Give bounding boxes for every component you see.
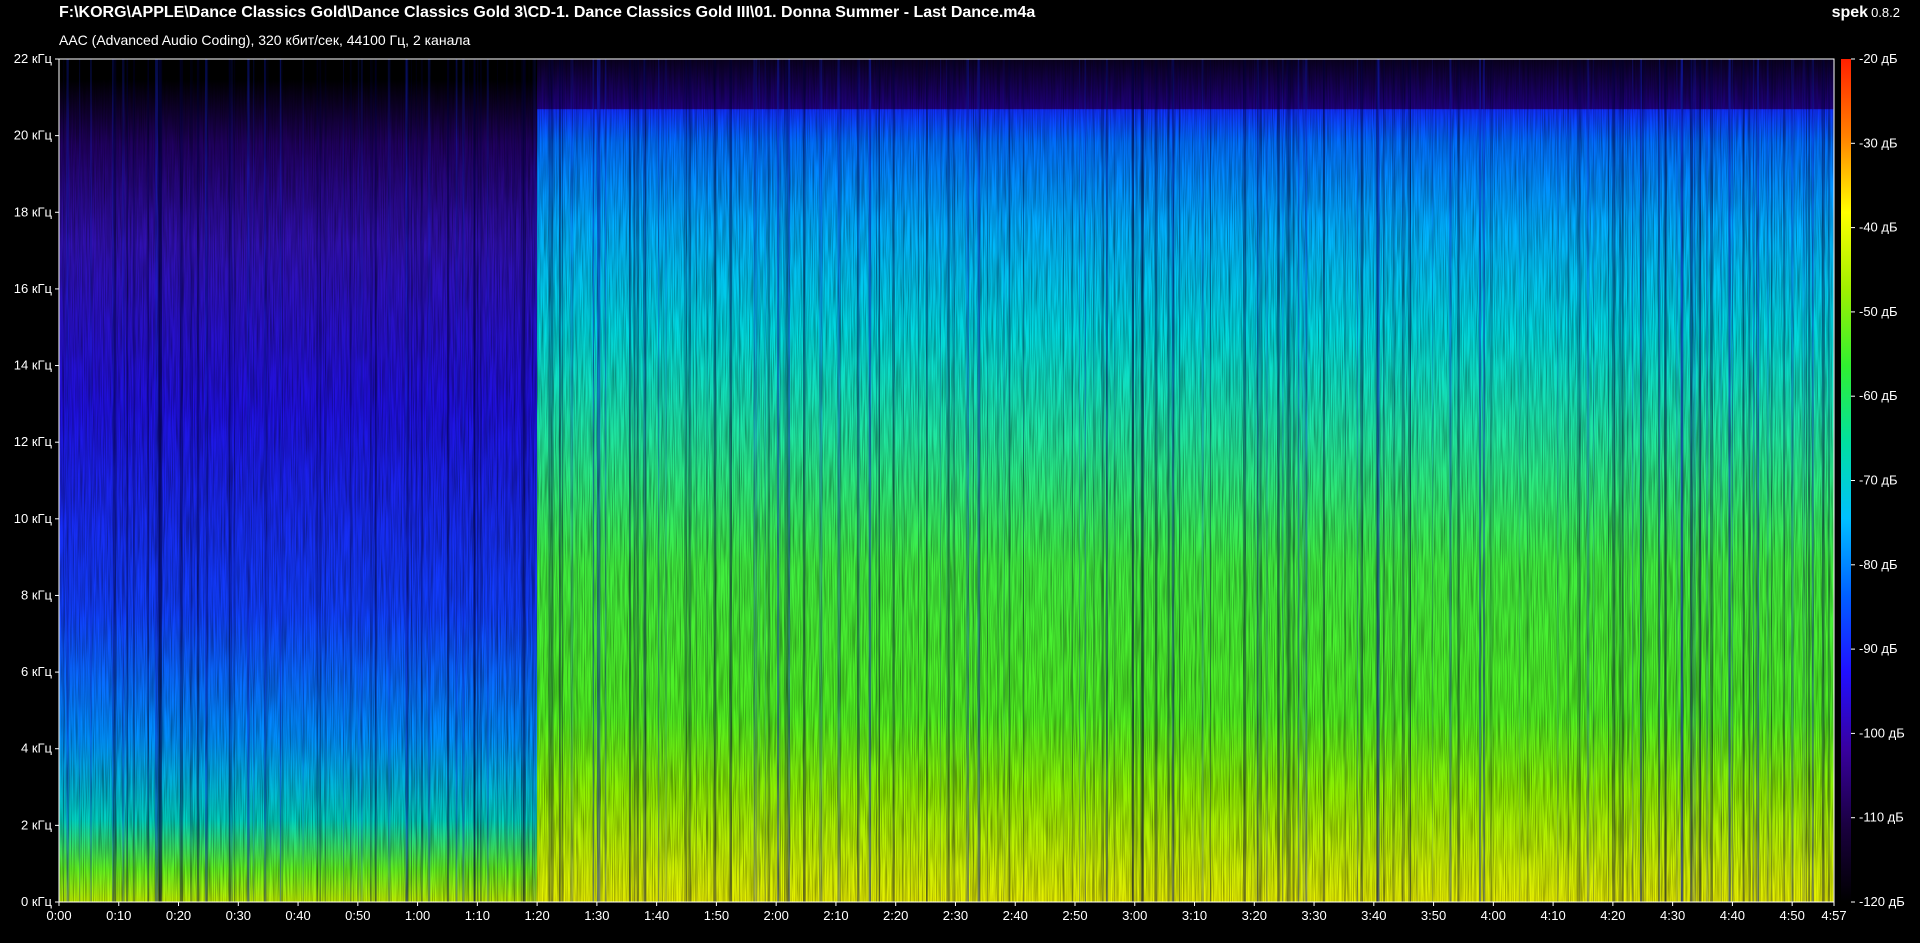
- x-tick-label: 2:20: [883, 908, 908, 923]
- x-tick-label: 2:00: [764, 908, 789, 923]
- x-tick-label: 0:20: [166, 908, 191, 923]
- y-tick-label: 10 кГц: [14, 511, 53, 526]
- colorbar-tick-label: -100 дБ: [1859, 725, 1905, 740]
- x-tick-label: 4:50: [1780, 908, 1805, 923]
- colorbar-tick-label: -110 дБ: [1859, 810, 1904, 825]
- x-tick-label: 2:40: [1003, 908, 1028, 923]
- y-tick-label: 12 кГц: [14, 434, 53, 449]
- colorbar: [1841, 59, 1851, 902]
- colorbar-tick-label: -90 дБ: [1859, 641, 1898, 656]
- x-tick-label: 1:00: [405, 908, 430, 923]
- y-tick-label: 22 кГц: [14, 51, 53, 66]
- colorbar-tick-label: -80 дБ: [1859, 557, 1898, 572]
- colorbar-tick-label: -40 дБ: [1859, 220, 1898, 235]
- x-tick-label: 3:20: [1242, 908, 1267, 923]
- x-tick-label: 0:10: [106, 908, 131, 923]
- colorbar-tick-label: -70 дБ: [1859, 473, 1898, 488]
- y-tick-label: 2 кГц: [21, 817, 53, 832]
- x-tick-label: 3:00: [1122, 908, 1147, 923]
- plot-frame: [58, 58, 1835, 903]
- colorbar-tick-label: -30 дБ: [1859, 135, 1898, 150]
- y-tick-label: 16 кГц: [14, 281, 53, 296]
- x-tick-label: 1:40: [644, 908, 669, 923]
- y-tick-label: 6 кГц: [21, 664, 53, 679]
- x-tick-label: 0:40: [285, 908, 310, 923]
- x-tick-label: 3:30: [1301, 908, 1326, 923]
- y-tick-label: 14 кГц: [14, 358, 53, 373]
- x-tick-label: 3:10: [1182, 908, 1207, 923]
- x-tick-label: 3:40: [1361, 908, 1386, 923]
- x-tick-label: 0:50: [345, 908, 370, 923]
- x-tick-label: 4:10: [1540, 908, 1565, 923]
- x-tick-label: 2:10: [823, 908, 848, 923]
- y-tick-label: 0 кГц: [21, 894, 53, 909]
- x-tick-label: 2:50: [1062, 908, 1087, 923]
- x-tick-label: 1:10: [465, 908, 490, 923]
- x-tick-label: 1:20: [524, 908, 549, 923]
- x-tick-label: 4:00: [1481, 908, 1506, 923]
- axes-layer: 0 кГц 2 кГц 4 кГц 6 кГц 8 кГц 10 кГц 12 кГц 14 …: [14, 51, 1905, 923]
- x-tick-label: 3:50: [1421, 908, 1446, 923]
- colorbar-tick-label: -60 дБ: [1859, 388, 1898, 403]
- y-tick-label: 4 кГц: [21, 741, 53, 756]
- colorbar-tick-label: -20 дБ: [1859, 51, 1898, 66]
- y-tick-label: 18 кГц: [14, 204, 53, 219]
- x-tick-label: 4:40: [1720, 908, 1745, 923]
- x-tick-label: 0:30: [226, 908, 251, 923]
- x-tick-label: 1:30: [584, 908, 609, 923]
- x-tick-label: 1:50: [704, 908, 729, 923]
- x-tick-label: 4:57: [1821, 908, 1846, 923]
- y-tick-label: 8 кГц: [21, 587, 53, 602]
- x-tick-label: 4:20: [1600, 908, 1625, 923]
- y-tick-label: 20 кГц: [14, 128, 53, 143]
- colorbar-tick-label: -120 дБ: [1859, 894, 1905, 909]
- x-tick-label: 2:30: [943, 908, 968, 923]
- x-tick-label: 4:30: [1660, 908, 1685, 923]
- colorbar-tick-label: -50 дБ: [1859, 304, 1898, 319]
- x-tick-label: 0:00: [46, 908, 71, 923]
